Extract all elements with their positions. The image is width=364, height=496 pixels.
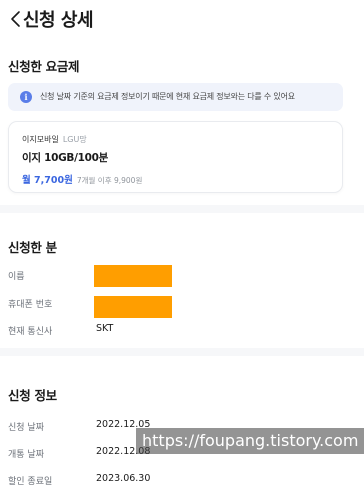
carrier-label: 현재 통신사 xyxy=(8,327,53,337)
back-button[interactable] xyxy=(8,8,24,30)
section-divider xyxy=(0,205,364,213)
plan-section-title: 신청한 요금제 xyxy=(8,59,80,74)
discount-end-label: 할인 종료일 xyxy=(8,477,53,487)
phone-label: 휴대폰 번호 xyxy=(8,300,53,310)
application-section-title: 신청 정보 xyxy=(8,388,57,403)
carrier-row: 이지모바일 LGU망 xyxy=(22,134,87,145)
network-label: LGU망 xyxy=(62,135,87,144)
applicant-section-title: 신청한 분 xyxy=(8,240,57,255)
carrier-value: SKT xyxy=(96,323,114,334)
plan-name: 이지 10GB/100분 xyxy=(22,152,109,164)
chevron-left-icon xyxy=(11,11,20,27)
watermark: https://foupang.tistory.com xyxy=(136,428,364,454)
open-date-label: 개통 날짜 xyxy=(8,450,44,460)
price-row: 월 7,700원 7개월 이후 9,900원 xyxy=(22,168,142,187)
redacted-name xyxy=(94,265,172,287)
after-price: 7개월 이후 9,900원 xyxy=(76,176,143,185)
page-title: 신청 상세 xyxy=(23,10,94,31)
info-icon: i xyxy=(20,91,32,103)
notice-text: 신청 날짜 기준의 요금제 정보이기 때문에 현재 요금제 정보와는 다를 수 … xyxy=(40,92,295,101)
carrier-name: 이지모바일 xyxy=(22,135,59,144)
plan-notice: i 신청 날짜 기준의 요금제 정보이기 때문에 현재 요금제 정보와는 다를 … xyxy=(8,83,343,111)
monthly-price: 월 7,700원 xyxy=(22,175,73,186)
name-label: 이름 xyxy=(8,272,25,282)
apply-date-label: 신청 날짜 xyxy=(8,423,44,433)
discount-end-value: 2023.06.30 xyxy=(96,473,151,484)
plan-card[interactable]: 이지모바일 LGU망 이지 10GB/100분 월 7,700원 7개월 이후 9,… xyxy=(8,121,343,193)
header: 신청 상세 xyxy=(0,0,364,40)
redacted-phone xyxy=(94,296,172,318)
section-divider-2 xyxy=(0,348,364,356)
